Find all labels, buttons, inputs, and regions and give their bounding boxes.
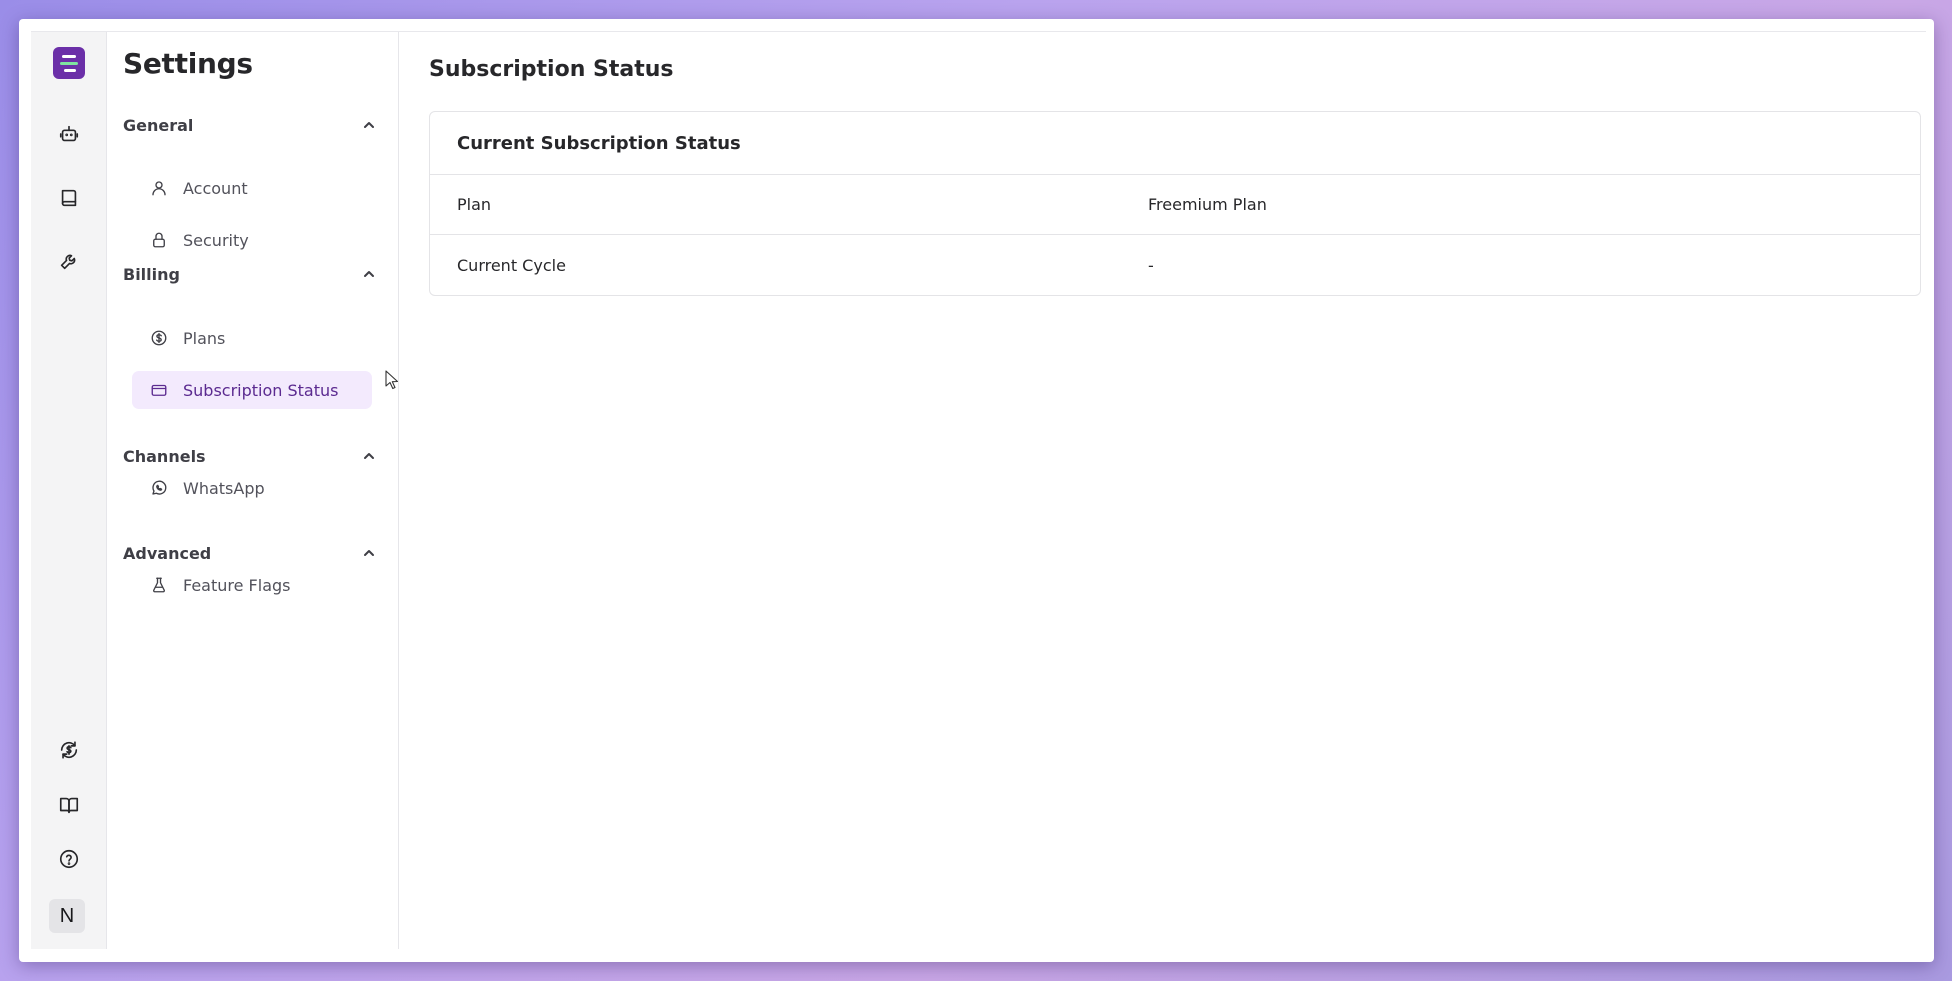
table-row: Plan Freemium Plan: [430, 175, 1920, 235]
main-content: Subscription Status Current Subscription…: [399, 32, 1926, 949]
book-icon[interactable]: [51, 180, 87, 216]
group-header-general[interactable]: General: [123, 113, 383, 137]
whatsapp-icon: [152, 480, 167, 495]
row-label: Plan: [457, 195, 492, 214]
app-window: N Settings General Account Security Bill…: [19, 19, 1934, 962]
user-icon: [152, 181, 166, 196]
lock-icon: [153, 232, 165, 248]
credit-card-icon: [151, 384, 167, 396]
bot-icon[interactable]: [51, 116, 87, 152]
sidebar-title: Settings: [123, 47, 253, 80]
flask-icon: [153, 577, 165, 593]
group-header-channels[interactable]: Channels: [123, 444, 383, 468]
avatar[interactable]: N: [49, 899, 85, 933]
sidebar-item-whatsapp[interactable]: WhatsApp: [132, 469, 372, 507]
sidebar-item-label: Subscription Status: [183, 380, 339, 400]
chevron-up-icon: [364, 271, 374, 277]
row-value: -: [1148, 255, 1154, 275]
dollar-circle-icon: [151, 330, 167, 346]
chevron-up-icon: [364, 122, 374, 128]
table-row: Current Cycle -: [430, 235, 1920, 295]
sidebar-item-label: Security: [183, 230, 249, 250]
wrench-icon[interactable]: [51, 243, 87, 279]
sidebar-item-plans[interactable]: Plans: [132, 319, 372, 357]
group-label: Channels: [123, 446, 206, 466]
app-logo-icon[interactable]: [53, 47, 85, 79]
group-label: Billing: [123, 264, 180, 284]
sidebar-item-label: Account: [183, 178, 248, 198]
sidebar-item-subscription-status[interactable]: Subscription Status: [132, 371, 372, 409]
group-label: Advanced: [123, 543, 212, 563]
mouse-pointer-icon: [385, 370, 399, 390]
sidebar-item-security[interactable]: Security: [132, 221, 372, 259]
settings-sidebar: Settings General Account Security Billin…: [107, 32, 399, 949]
row-value: Freemium Plan: [1148, 195, 1267, 214]
sidebar-item-label: Feature Flags: [183, 575, 291, 595]
billing-refresh-icon[interactable]: [51, 732, 87, 768]
sidebar-item-label: WhatsApp: [183, 478, 265, 498]
sidebar-item-label: Plans: [183, 328, 226, 348]
group-header-billing[interactable]: Billing: [123, 262, 383, 286]
group-header-advanced[interactable]: Advanced: [123, 541, 383, 565]
card-title: Current Subscription Status: [430, 112, 1920, 175]
help-icon[interactable]: [51, 841, 87, 877]
sidebar-item-feature-flags[interactable]: Feature Flags: [132, 566, 372, 604]
icon-rail: N: [31, 32, 107, 949]
chevron-up-icon: [364, 550, 374, 556]
chevron-up-icon: [364, 453, 374, 459]
app-frame: N Settings General Account Security Bill…: [31, 31, 1926, 949]
subscription-status-card: Current Subscription Status Plan Freemiu…: [429, 111, 1921, 296]
group-label: General: [123, 115, 194, 135]
page-title: Subscription Status: [429, 57, 674, 82]
row-label: Current Cycle: [457, 255, 566, 275]
sidebar-item-account[interactable]: Account: [132, 169, 372, 207]
docs-book-icon[interactable]: [51, 787, 87, 823]
